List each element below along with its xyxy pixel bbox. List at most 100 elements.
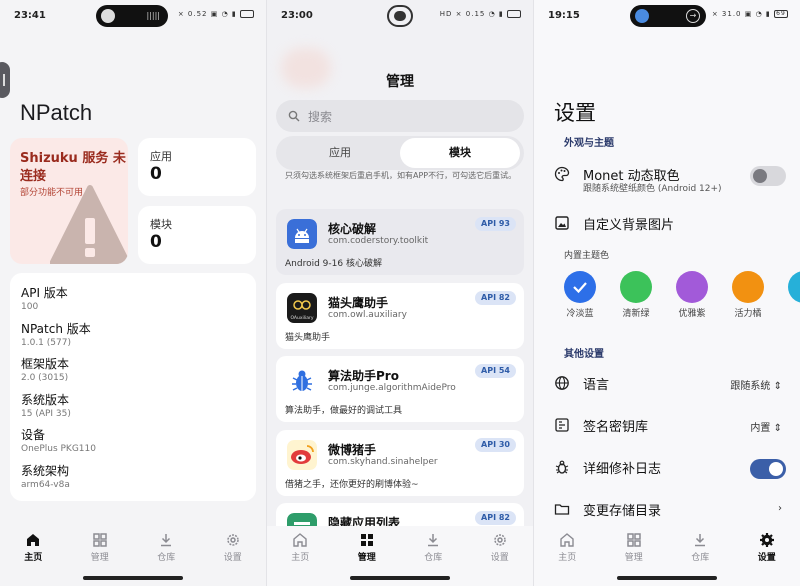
api-badge: API 93 (475, 217, 516, 231)
camera-icon (394, 11, 406, 21)
net-speed: 0.52 (187, 10, 208, 18)
color-swatch-purple[interactable] (676, 271, 708, 303)
battery-icon: 69 (774, 10, 788, 18)
modules-count-card[interactable]: 模块 0 (138, 206, 256, 264)
nav-label: 设置 (490, 553, 509, 563)
verbose-log-row[interactable]: 详细修补日志 (554, 453, 788, 483)
color-swatch-blue[interactable] (564, 271, 596, 303)
section-header-other: 其他设置 (564, 349, 604, 360)
side-drawer-handle[interactable] (0, 62, 10, 98)
module-desc: 猫头鹰助手 (285, 333, 331, 343)
gesture-bar[interactable] (83, 576, 183, 580)
net-speed: 31.0 (721, 10, 742, 18)
check-icon (573, 282, 587, 294)
updown-icon: ⇕ (773, 381, 782, 392)
module-card[interactable]: 算法助手Pro com.junge.algorithmAidePro 算法助手，… (276, 356, 524, 422)
info-row: NPatch 版本 1.0.1 (577) (21, 321, 256, 357)
nav-settings[interactable]: 设置 (475, 532, 525, 586)
waveform-icon: ||||| (146, 11, 160, 20)
storage-dir-row[interactable]: 变更存储目录 › (554, 495, 788, 525)
keystore-value-text: 内置 (750, 423, 771, 434)
status-time: 23:00 (281, 10, 313, 21)
module-name: 核心破解 (328, 222, 377, 236)
module-card[interactable]: OAuxiliary 猫头鹰助手 com.owl.auxiliary 猫头鹰助手… (276, 283, 524, 349)
color-swatch-orange[interactable] (732, 271, 764, 303)
module-card[interactable]: 微博猪手 com.skyhand.sinahelper 借猪之手，还你更好的刷博… (276, 430, 524, 496)
grid-icon (360, 534, 373, 546)
battery-icon (507, 10, 521, 18)
page-title: 设置 (554, 101, 596, 125)
battery-icon (240, 10, 254, 18)
api-badge: API 30 (475, 438, 516, 452)
modules-count-value: 0 (150, 232, 162, 252)
weibo-icon (287, 440, 317, 470)
status-bar: 23:00 HD ⨯ 0.15 ◔ ▮ (267, 0, 533, 32)
color-swatch-green[interactable] (620, 271, 652, 303)
gesture-bar[interactable] (617, 576, 717, 580)
module-name: 微博猪手 (328, 443, 377, 457)
shizuku-status-card[interactable]: Shizuku 服务 未连接 部分功能不可用 (10, 138, 128, 264)
info-key: 设备 (21, 428, 46, 442)
app-title: NPatch (20, 100, 93, 125)
nav-settings[interactable]: 设置 (208, 532, 258, 586)
info-row: 设备 OnePlus PKG110 (21, 427, 256, 463)
nav-settings[interactable]: 设置 (742, 532, 792, 586)
search-placeholder: 搜索 (308, 110, 333, 124)
color-label: 活力橘 (734, 309, 762, 319)
nav-label: 管理 (357, 553, 376, 563)
home-icon (293, 533, 307, 547)
status-bar: 19:15 → ⨯ 31.0 ▣ ◔ ▮ 69 (534, 0, 800, 32)
language-row[interactable]: 语言 跟随系统 ⇕ (554, 369, 788, 399)
page-title: 管理 (386, 74, 414, 90)
owl-icon-text: OAuxiliary (290, 315, 313, 321)
info-key: 系统版本 (21, 392, 70, 407)
settings-screen: 19:15 → ⨯ 31.0 ▣ ◔ ▮ 69 设置 外观与主题 Monet 动… (534, 0, 800, 586)
nav-label: 主页 (291, 553, 310, 563)
apps-count-label: 应用 (150, 150, 172, 163)
tab-modules[interactable]: 模块 (400, 138, 520, 168)
arrow-right-circle-icon: → (686, 9, 700, 23)
tab-apps[interactable]: 应用 (280, 138, 400, 168)
keystore-icon (555, 418, 569, 432)
search-icon (288, 110, 300, 122)
language-value-text: 跟随系统 (730, 381, 771, 392)
keystore-row[interactable]: 签名密钥库 内置 ⇕ (554, 411, 788, 441)
nav-home[interactable]: 主页 (275, 532, 325, 586)
keystore-title: 签名密钥库 (583, 420, 649, 435)
module-description-cutoff: 只须勾选系统框架后重启手机，如有APP不行，可勾选它后重试。 (285, 171, 517, 180)
home-screen: 23:41 ||||| ⨯ 0.52 ▣ ◔ ▮ NPatch Shizuku … (0, 0, 266, 586)
gear-icon (759, 533, 774, 547)
download-icon (428, 534, 439, 547)
color-label: 清新绿 (622, 309, 650, 319)
nav-home[interactable]: 主页 (542, 532, 592, 586)
info-key: NPatch 版本 (21, 321, 91, 336)
gesture-bar[interactable] (350, 576, 450, 580)
language-value[interactable]: 跟随系统 ⇕ (730, 377, 782, 392)
apps-count-value: 0 (150, 164, 162, 184)
keystore-value[interactable]: 内置 ⇕ (750, 419, 782, 434)
custom-background-row[interactable]: 自定义背景图片 (554, 209, 788, 239)
monet-setting-row[interactable]: Monet 动态取色 跟随系统壁纸颜色 (Android 12+) (554, 160, 788, 194)
nav-label: 仓库 (691, 553, 710, 563)
section-header-appearance: 外观与主题 (564, 138, 614, 149)
storage-dir-title: 变更存储目录 (583, 504, 662, 519)
globe-icon (555, 376, 569, 390)
info-row: 框架版本 2.0 (3015) (21, 356, 256, 392)
nav-label: 主页 (24, 553, 43, 563)
search-input[interactable]: 搜索 (276, 100, 524, 132)
info-value: 15 (API 35) (21, 408, 71, 419)
apps-count-card[interactable]: 应用 0 (138, 138, 256, 196)
color-swatch-cyan-partial[interactable] (788, 271, 800, 303)
folder-icon (554, 504, 570, 515)
api-badge: API 54 (475, 364, 516, 378)
verbose-log-title: 详细修补日志 (583, 462, 662, 477)
monet-toggle[interactable] (750, 166, 786, 186)
modules-count-label: 模块 (150, 218, 172, 231)
camera-cutout (387, 5, 413, 27)
status-time: 23:41 (14, 10, 46, 21)
api-badge: API 82 (475, 511, 516, 525)
module-name: 算法助手Pro (328, 369, 399, 383)
module-card[interactable]: 核心破解 com.coderstory.toolkit Android 9-16… (276, 209, 524, 275)
nav-home[interactable]: 主页 (8, 532, 58, 586)
verbose-log-toggle[interactable] (750, 459, 786, 479)
